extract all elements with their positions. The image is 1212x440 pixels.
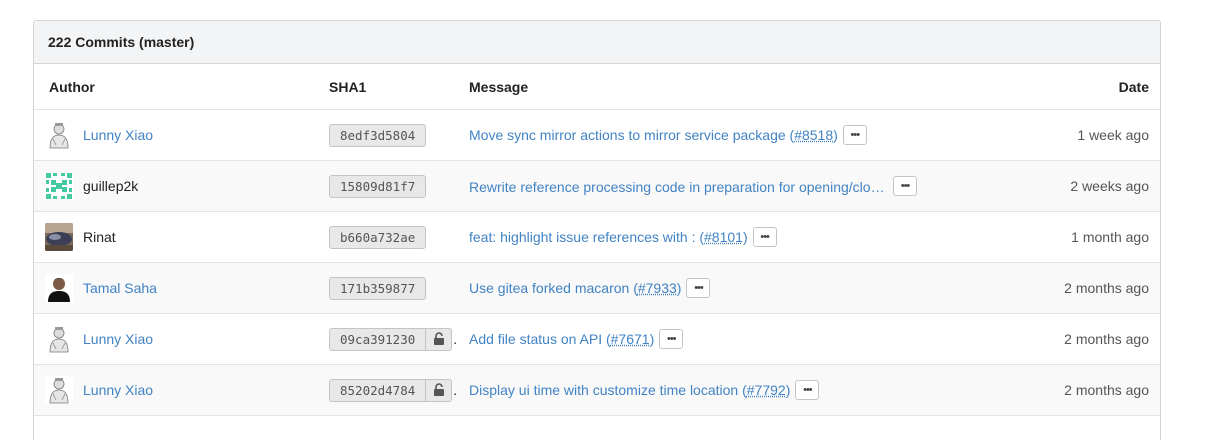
lunny-avatar[interactable] xyxy=(45,121,73,149)
date-cell: 2 months ago xyxy=(1038,262,1160,314)
commit-date: 1 week ago xyxy=(1077,127,1149,143)
author-cell: Lunny Xiao xyxy=(34,109,329,161)
column-header-sha: SHA1 xyxy=(329,64,469,110)
commit-message-link[interactable]: Display ui time with customize time loca… xyxy=(469,382,790,398)
sha-cell: b660a732ae xyxy=(329,211,469,263)
author-cell: Rinat xyxy=(34,211,329,263)
message-cell: feat: highlight issue references with : … xyxy=(469,211,1039,263)
date-cell: 2 weeks ago xyxy=(1038,160,1160,212)
message-cell: Use gitea forked macaron (#7933) ••• xyxy=(469,262,1039,314)
date-cell: 2 months ago xyxy=(1038,364,1160,416)
sha-cell: 171b359877 xyxy=(329,262,469,314)
commit-row: Lunny Xiao 09ca391230. Add file status on … xyxy=(34,313,1160,365)
commit-row: Lunny Xiao 8edf3d5804 Move sync mirror act… xyxy=(34,109,1160,161)
author-name[interactable]: Lunny Xiao xyxy=(83,382,153,398)
commits-panel-title: 222 Commits (master) xyxy=(34,21,1160,64)
author-cell: Tamal Saha xyxy=(34,262,329,314)
commit-date: 1 month ago xyxy=(1071,229,1149,245)
commit-row: guillep2k 15809d81f7 Rewrite reference pro… xyxy=(34,160,1160,212)
author-name[interactable]: Lunny Xiao xyxy=(83,331,153,347)
author-name[interactable]: Lunny Xiao xyxy=(83,127,153,143)
date-cell: 1 week ago xyxy=(1038,109,1160,161)
person-avatar[interactable] xyxy=(45,274,73,302)
commit-message-text: Add file status on API ( xyxy=(469,331,611,347)
sha-button[interactable]: b660a732ae xyxy=(329,225,427,249)
commit-row: Tamal Saha 171b359877 Use gitea forked mac… xyxy=(34,262,1160,314)
sha-button[interactable]: 8edf3d5804 xyxy=(329,123,427,147)
sha-button[interactable]: 15809d81f7 xyxy=(329,174,427,198)
commit-date: 2 months ago xyxy=(1064,280,1149,296)
commit-message-text: feat: highlight issue references with : … xyxy=(469,229,705,245)
issue-reference-link[interactable]: #7933 xyxy=(638,280,677,296)
commits-panel: 222 Commits (master) Author SHA1 Message… xyxy=(33,20,1161,440)
sha-cell: 85202d4784. xyxy=(329,364,469,416)
author-cell: Lunny Xiao xyxy=(34,364,329,416)
author-name[interactable]: Tamal Saha xyxy=(83,280,157,296)
message-cell: Rewrite reference processing code in pre… xyxy=(469,160,1039,212)
unlock-icon[interactable] xyxy=(426,327,453,351)
commit-message-text: Display ui time with customize time loca… xyxy=(469,382,747,398)
signature-dot: . xyxy=(453,331,458,347)
commit-row: Rinat b660a732ae feat: highlight issue ref… xyxy=(34,211,1160,263)
issue-reference-link[interactable]: #8518 xyxy=(794,127,833,143)
expand-message-button[interactable]: ••• xyxy=(842,125,867,145)
sha-cell: 15809d81f7 xyxy=(329,160,469,212)
expand-message-button[interactable]: ••• xyxy=(893,176,917,196)
commit-message-link[interactable]: Move sync mirror actions to mirror servi… xyxy=(469,127,838,143)
commit-message-link[interactable]: feat: highlight issue references with : … xyxy=(469,229,748,245)
message-cell: Display ui time with customize time loca… xyxy=(469,364,1039,416)
sha-button[interactable]: 85202d4784 xyxy=(329,378,427,402)
sha-cell: 09ca391230. xyxy=(329,313,469,365)
message-suffix: ) xyxy=(742,229,748,245)
commit-message-text: Move sync mirror actions to mirror servi… xyxy=(469,127,795,143)
sha-button[interactable]: 171b359877 xyxy=(329,276,427,300)
unlock-icon[interactable] xyxy=(426,378,453,402)
date-cell: 2 months ago xyxy=(1038,313,1160,365)
sha-button[interactable]: 09ca391230 xyxy=(329,327,427,351)
commit-date: 2 months ago xyxy=(1064,331,1149,347)
date-cell: 1 month ago xyxy=(1038,211,1160,263)
message-cell: Move sync mirror actions to mirror servi… xyxy=(469,109,1039,161)
author-cell: Lunny Xiao xyxy=(34,313,329,365)
commit-message-link[interactable]: Use gitea forked macaron (#7933) xyxy=(469,280,681,296)
issue-reference-link[interactable]: #8101 xyxy=(704,229,743,245)
commit-message-link[interactable]: Add file status on API (#7671) xyxy=(469,331,654,347)
message-suffix: ) xyxy=(676,280,682,296)
author-name: guillep2k xyxy=(83,178,139,194)
signature-dot: . xyxy=(453,382,458,398)
table-header-row: Author SHA1 Message Date xyxy=(34,64,1160,110)
message-cell: Add file status on API (#7671) ••• xyxy=(469,313,1039,365)
expand-message-button[interactable]: ••• xyxy=(752,227,777,247)
lunny-avatar[interactable] xyxy=(45,376,73,404)
column-header-message: Message xyxy=(469,64,1039,110)
commit-date: 2 weeks ago xyxy=(1070,178,1149,194)
commit-date: 2 months ago xyxy=(1064,382,1149,398)
message-suffix: ) xyxy=(649,331,655,347)
author-name: Rinat xyxy=(83,229,116,245)
author-cell: guillep2k xyxy=(34,160,329,212)
lunny-avatar[interactable] xyxy=(45,325,73,353)
identicon-avatar[interactable] xyxy=(45,172,73,200)
commit-message-text: Rewrite reference processing code in pre… xyxy=(469,178,888,195)
commit-message-link[interactable]: Rewrite reference processing code in pre… xyxy=(469,177,888,195)
message-suffix: ) xyxy=(785,382,791,398)
issue-reference-link[interactable]: #7792 xyxy=(747,382,786,398)
column-header-date: Date xyxy=(1038,64,1160,110)
commit-message-text: Use gitea forked macaron ( xyxy=(469,280,638,296)
column-header-author: Author xyxy=(34,64,329,110)
photo-avatar[interactable] xyxy=(45,223,73,251)
issue-reference-link[interactable]: #7671 xyxy=(611,331,650,347)
message-suffix: ) xyxy=(833,127,838,143)
commits-table: Author SHA1 Message Date Lunny Xiao 8edf3… xyxy=(34,64,1160,416)
expand-message-button[interactable]: ••• xyxy=(659,329,684,349)
sha-cell: 8edf3d5804 xyxy=(329,109,469,161)
expand-message-button[interactable]: ••• xyxy=(686,278,711,298)
commit-row: Lunny Xiao 85202d4784. Display ui time wit… xyxy=(34,364,1160,416)
expand-message-button[interactable]: ••• xyxy=(795,380,820,400)
